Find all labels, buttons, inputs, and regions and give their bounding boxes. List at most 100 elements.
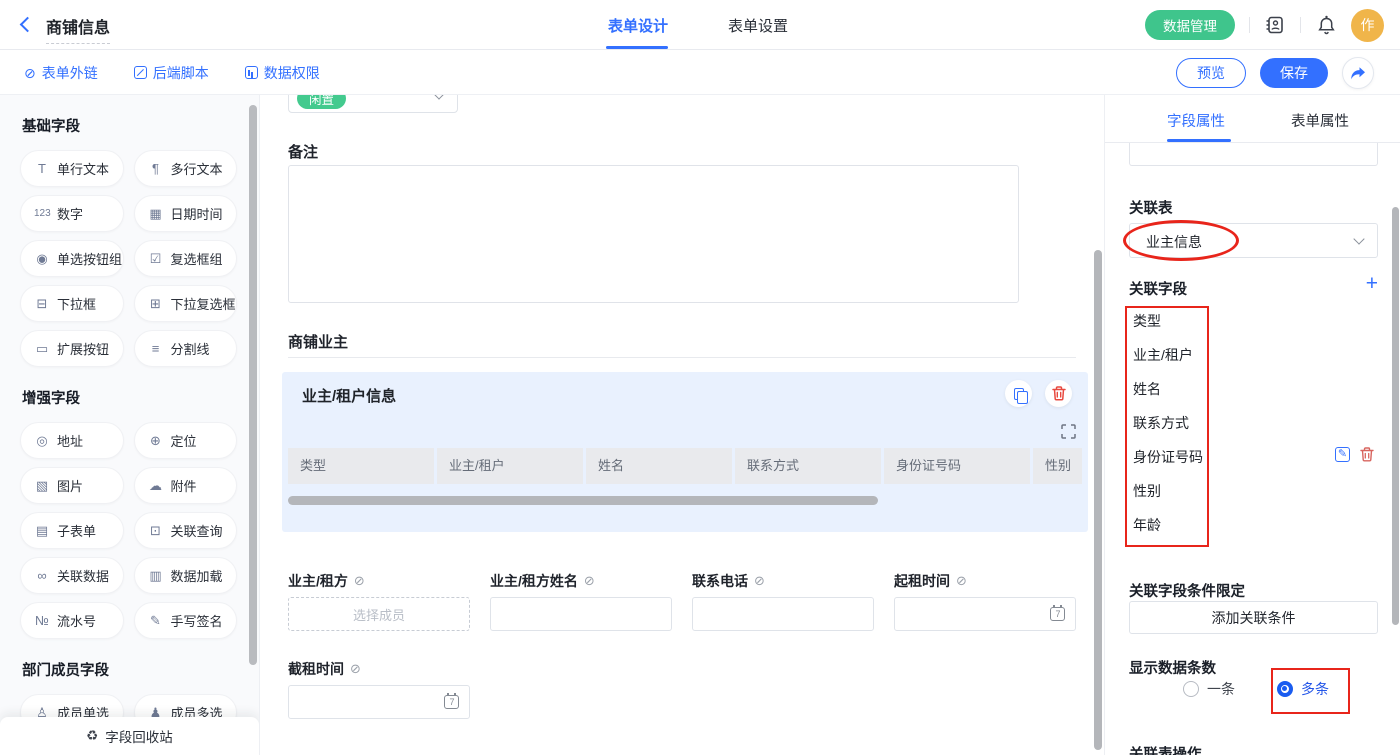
sidebar-scrollbar[interactable] [249, 105, 257, 665]
related-field-item[interactable]: 类型 [1133, 311, 1161, 331]
tab-form-properties[interactable]: 表单属性 [1291, 110, 1349, 131]
share-arrow-icon [1350, 66, 1366, 81]
expand-icon[interactable] [1061, 424, 1076, 439]
multi-line-text-icon: ¶ [148, 161, 164, 176]
checkbox-group-icon: ☑ [148, 251, 164, 267]
datetime-icon: ▦ [148, 206, 164, 222]
delete-button[interactable] [1045, 380, 1072, 407]
partial-input[interactable] [1129, 143, 1378, 166]
extend-button-icon: ▭ [34, 341, 50, 357]
field-item[interactable]: ⊟下拉框 [20, 285, 124, 322]
duplicate-icon [1014, 388, 1024, 400]
field-item[interactable]: ∞关联数据 [20, 557, 124, 594]
trash-icon[interactable] [1360, 447, 1374, 462]
related-field-item[interactable]: 身份证号码 [1133, 447, 1203, 467]
field-item[interactable]: 123数字 [20, 195, 124, 232]
display-count-label: 显示数据条数 [1129, 657, 1216, 678]
field-item[interactable]: ≡分割线 [134, 330, 238, 367]
tab-form-settings[interactable]: 表单设置 [728, 15, 788, 36]
user-avatar[interactable]: 作 [1351, 9, 1384, 42]
recycle-icon: ♻ [86, 728, 98, 744]
field-item[interactable]: №流水号 [20, 602, 124, 639]
back-icon[interactable] [20, 17, 36, 33]
panel-scrollbar[interactable] [1392, 207, 1399, 625]
section-title-member-fields: 部门成员字段 [22, 659, 237, 680]
field-item[interactable]: ☑复选框组 [134, 240, 238, 277]
preview-button[interactable]: 预览 [1176, 58, 1246, 88]
field-label: 截租时间⊘ [288, 659, 361, 679]
eye-off-icon: ⊘ [754, 573, 765, 589]
related-field-item[interactable]: 业主/租户 [1133, 345, 1193, 365]
field-item[interactable]: ◎地址 [20, 422, 124, 459]
field-item[interactable]: ◉单选按钮组 [20, 240, 124, 277]
add-related-field-icon[interactable]: + [1366, 273, 1378, 294]
subtable-horizontal-scrollbar[interactable] [288, 496, 878, 505]
form-external-link-button[interactable]: ⊘ 表单外链 [24, 63, 98, 83]
field-library-sidebar: 基础字段 T单行文本 ¶多行文本 123数字 ▦日期时间 ◉单选按钮组 ☑复选框… [0, 95, 260, 755]
single-line-text-icon: T [34, 161, 50, 176]
related-field-item[interactable]: 姓名 [1133, 379, 1161, 399]
tab-form-design[interactable]: 表单设计 [608, 15, 668, 36]
divider [1300, 17, 1301, 33]
page-title: 商铺信息 [46, 14, 110, 44]
related-table-select[interactable]: 业主信息 [1129, 223, 1378, 258]
properties-panel: 字段属性 表单属性 关联表 业主信息 关联字段 + 类型 业主/租户 姓名 联系… [1104, 95, 1400, 755]
field-item[interactable]: ▭扩展按钮 [20, 330, 124, 367]
field-item[interactable]: T单行文本 [20, 150, 124, 187]
status-select[interactable]: 闲置 [288, 95, 458, 113]
duplicate-button[interactable] [1005, 380, 1032, 407]
related-table-label: 关联表 [1129, 197, 1173, 218]
tab-field-properties[interactable]: 字段属性 [1167, 110, 1225, 131]
field-item[interactable]: ▤子表单 [20, 512, 124, 549]
lease-end-date-field[interactable] [288, 685, 470, 719]
field-recycle-bin-button[interactable]: ♻ 字段回收站 [0, 717, 259, 755]
calendar-icon [444, 695, 459, 709]
radio-multiple[interactable]: 多条 [1277, 679, 1329, 699]
field-item[interactable]: ⊞下拉复选框 [134, 285, 238, 322]
lease-start-date-field[interactable] [894, 597, 1076, 631]
field-item[interactable]: ▥数据加载 [134, 557, 238, 594]
data-manage-button[interactable]: 数据管理 [1145, 10, 1235, 40]
linked-data-icon: ∞ [34, 568, 50, 583]
panel-active-tab-underline [1167, 139, 1231, 142]
subtable-column-header: 业主/租户 [437, 448, 583, 484]
data-permission-button[interactable]: 数据权限 [245, 63, 320, 83]
phone-input[interactable] [692, 597, 874, 631]
radio-single[interactable]: 一条 [1183, 679, 1235, 699]
section-divider [288, 357, 1076, 358]
owner-name-input[interactable] [490, 597, 672, 631]
owner-tenant-subtable[interactable]: 业主/租户信息 类型 业主/租户 姓名 联系方式 身份证号码 性别 [282, 372, 1088, 532]
divider [1249, 17, 1250, 33]
field-item[interactable]: ⊡关联查询 [134, 512, 238, 549]
divider-icon: ≡ [148, 341, 164, 356]
section-title-basic-fields: 基础字段 [22, 115, 237, 136]
subtable-column-header: 联系方式 [735, 448, 881, 484]
member-picker-field[interactable]: 选择成员 [288, 597, 470, 631]
notification-bell-icon[interactable] [1315, 14, 1337, 36]
edit-icon[interactable]: ✎ [1335, 447, 1350, 462]
permission-icon [245, 66, 258, 79]
save-button[interactable]: 保存 [1260, 58, 1328, 88]
field-item[interactable]: ⊕定位 [134, 422, 238, 459]
form-toolbar: ⊘ 表单外链 后端脚本 数据权限 预览 保存 [0, 50, 1400, 95]
field-item[interactable]: ☁附件 [134, 467, 238, 504]
related-field-item[interactable]: 年龄 [1133, 515, 1161, 535]
field-item[interactable]: ¶多行文本 [134, 150, 238, 187]
chevron-down-icon [433, 95, 444, 100]
subtable-title: 业主/租户信息 [302, 385, 396, 406]
field-item[interactable]: ▦日期时间 [134, 195, 238, 232]
field-item[interactable]: ✎手写签名 [134, 602, 238, 639]
link-icon: ⊘ [24, 66, 36, 80]
attachment-icon: ☁ [148, 478, 164, 494]
canvas-scrollbar[interactable] [1094, 250, 1102, 750]
related-field-item[interactable]: 性别 [1133, 481, 1161, 501]
backend-script-button[interactable]: 后端脚本 [134, 63, 209, 83]
add-condition-button[interactable]: 添加关联条件 [1129, 601, 1378, 634]
field-label: 业主/租方⊘ [288, 571, 365, 591]
eye-off-icon: ⊘ [354, 573, 365, 589]
related-field-item[interactable]: 联系方式 [1133, 413, 1189, 433]
share-button[interactable] [1342, 57, 1374, 89]
remark-textarea[interactable] [288, 165, 1019, 303]
contacts-icon[interactable] [1264, 14, 1286, 36]
field-item[interactable]: ▧图片 [20, 467, 124, 504]
